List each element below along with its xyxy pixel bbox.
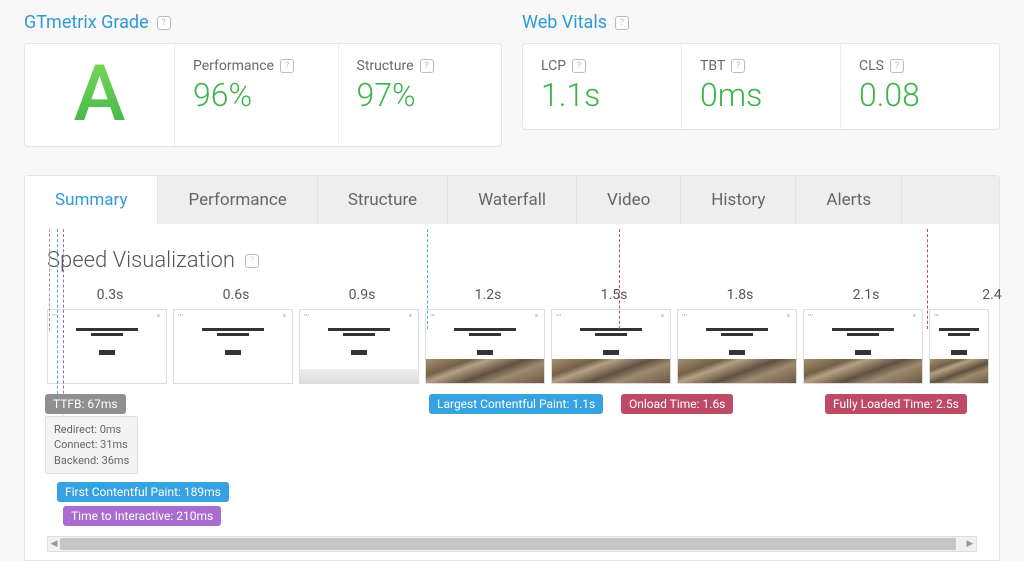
structure-metric: Structure ? 97% — [339, 44, 502, 146]
grade-section: GTmetrix Grade ? A Performance ? 96% Str… — [24, 12, 502, 147]
help-icon[interactable]: ? — [731, 59, 745, 73]
cls-label: CLS — [859, 58, 884, 74]
tbt-label: TBT — [700, 58, 725, 74]
filmstrip-frame: •••≡ — [677, 309, 797, 384]
filmstrip-frame: •••≡ — [425, 309, 545, 384]
filmstrip-frame: •••≡ — [803, 309, 923, 384]
grade-letter: A — [74, 56, 126, 134]
lcp-value: 1.1s — [541, 78, 663, 113]
filmstrip-frame: •••≡ — [173, 309, 293, 384]
scrollbar-thumb[interactable] — [60, 538, 956, 550]
help-icon[interactable]: ? — [157, 16, 171, 30]
tbt-value: 0ms — [700, 78, 822, 113]
tab-structure[interactable]: Structure — [318, 176, 448, 224]
scroll-right-icon[interactable]: ▶ — [964, 537, 976, 551]
timestamp: 0.6s — [173, 287, 299, 309]
tab-alerts[interactable]: Alerts — [796, 176, 902, 224]
vitals-title-text: Web Vitals — [522, 12, 607, 33]
vitals-title: Web Vitals ? — [522, 12, 1000, 33]
help-icon[interactable]: ? — [572, 59, 586, 73]
help-icon[interactable]: ? — [890, 59, 904, 73]
marker-ttfb-line — [49, 229, 50, 331]
horizontal-scrollbar[interactable]: ◀ ▶ — [47, 536, 977, 552]
speed-vis-title-text: Speed Visualization — [47, 248, 235, 273]
help-icon[interactable]: ? — [280, 59, 294, 73]
tab-video[interactable]: Video — [577, 176, 681, 224]
timestamp: 1.8s — [677, 287, 803, 309]
filmstrip-frame: ••• — [929, 309, 989, 384]
report-tabs: Summary Performance Structure Waterfall … — [25, 176, 999, 224]
ttfb-detail-box: Redirect: 0ms Connect: 31ms Backend: 36m… — [45, 416, 138, 474]
help-icon[interactable]: ? — [420, 59, 434, 73]
marker-fully-line — [927, 229, 928, 329]
timestamp: 2.4 — [929, 287, 1024, 309]
performance-metric: Performance ? 96% — [175, 44, 339, 146]
marker-fcp-line — [57, 229, 58, 409]
tab-summary[interactable]: Summary — [25, 176, 158, 224]
filmstrip-frame: •••≡ — [47, 309, 167, 384]
tbt-metric: TBT ? 0ms — [682, 44, 841, 129]
cls-value: 0.08 — [859, 78, 981, 113]
vitals-section: Web Vitals ? LCP ? 1.1s TBT ? 0ms CLS — [522, 12, 1000, 147]
speed-vis-title: Speed Visualization ? — [47, 248, 977, 273]
help-icon[interactable]: ? — [245, 254, 259, 268]
marker-onload-line — [619, 229, 620, 329]
marker-lcp-line — [427, 229, 428, 329]
ttfb-connect: Connect: 31ms — [54, 437, 129, 452]
performance-label: Performance — [193, 58, 274, 74]
scroll-left-icon[interactable]: ◀ — [48, 537, 60, 551]
timestamp: 0.3s — [47, 287, 173, 309]
report-tabs-panel: Summary Performance Structure Waterfall … — [24, 175, 1000, 561]
tab-performance[interactable]: Performance — [158, 176, 317, 224]
grade-letter-box: A — [25, 44, 175, 146]
marker-onload[interactable]: Onload Time: 1.6s — [621, 394, 733, 414]
structure-label: Structure — [357, 58, 414, 74]
lcp-label: LCP — [541, 58, 566, 74]
marker-lcp[interactable]: Largest Contentful Paint: 1.1s — [429, 394, 603, 414]
tab-history[interactable]: History — [681, 176, 796, 224]
tab-waterfall[interactable]: Waterfall — [448, 176, 577, 224]
timestamp: 2.1s — [803, 287, 929, 309]
marker-fully[interactable]: Fully Loaded Time: 2.5s — [825, 394, 967, 414]
lcp-metric: LCP ? 1.1s — [523, 44, 682, 129]
grade-title-text: GTmetrix Grade — [24, 12, 149, 33]
timestamp: 1.2s — [425, 287, 551, 309]
structure-value: 97% — [357, 78, 484, 113]
timeline-header: 0.3s 0.6s 0.9s 1.2s 1.5s 1.8s 2.1s 2.4 — [47, 287, 977, 309]
filmstrip-frame: •••≡ — [551, 309, 671, 384]
performance-value: 96% — [193, 78, 320, 113]
marker-fcp[interactable]: First Contentful Paint: 189ms — [57, 482, 229, 502]
cls-metric: CLS ? 0.08 — [841, 44, 999, 129]
timestamp: 1.5s — [551, 287, 677, 309]
grade-title: GTmetrix Grade ? — [24, 12, 502, 33]
ttfb-redirect: Redirect: 0ms — [54, 422, 129, 437]
marker-tti[interactable]: Time to Interactive: 210ms — [63, 506, 221, 526]
filmstrip-frame: •••≡ — [299, 309, 419, 384]
help-icon[interactable]: ? — [615, 16, 629, 30]
marker-ttfb[interactable]: TTFB: 67ms — [45, 394, 126, 414]
summary-content: Speed Visualization ? 0.3s 0.6s 0.9s 1.2… — [25, 224, 999, 560]
filmstrip: •••≡ •••≡ — [47, 309, 977, 528]
ttfb-backend: Backend: 36ms — [54, 453, 129, 468]
timestamp: 0.9s — [299, 287, 425, 309]
